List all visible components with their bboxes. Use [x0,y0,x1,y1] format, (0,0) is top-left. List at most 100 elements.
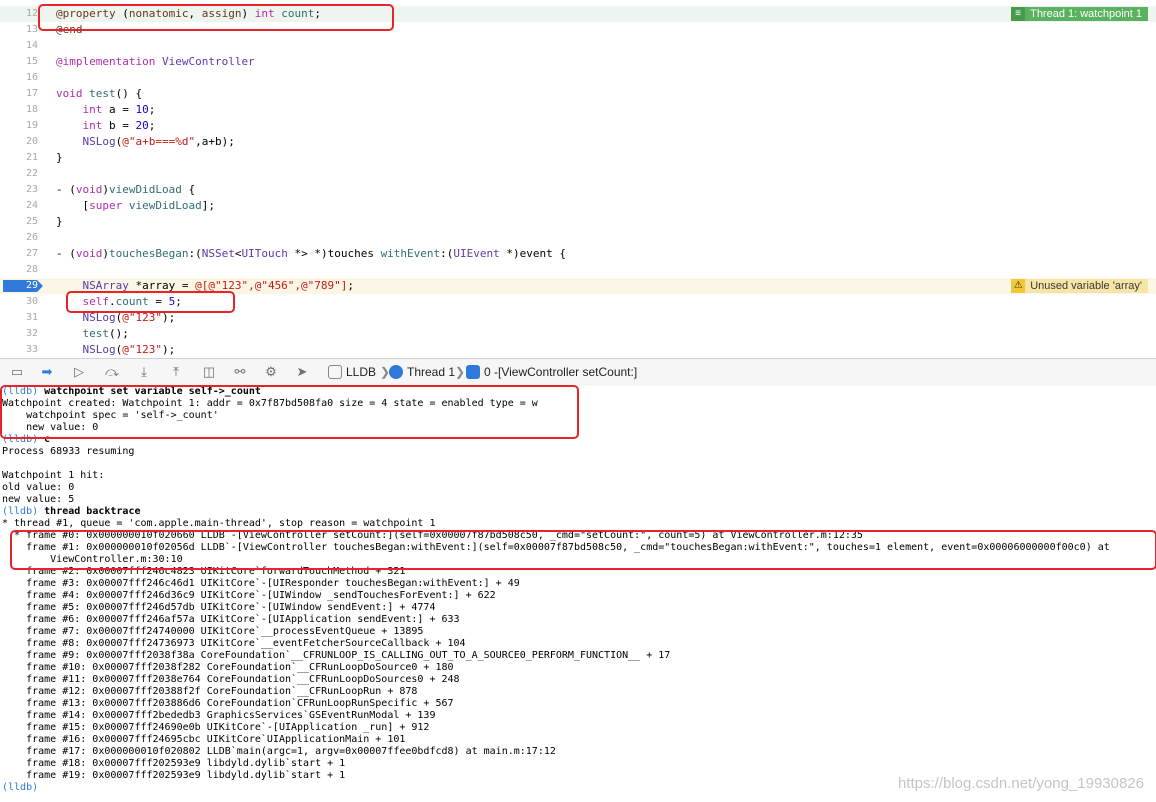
console-output-line: frame #4: 0x00007fff246d36c9 UIKitCore`-… [2,590,496,601]
debug-toolbar: ▭ ➡ ▷ ⤼ ⤓ ⤒ ◫ ⚯ ⚙ ➤ LLDB ❯ Thread 1 ❯ 0 -[ViewCon… [0,358,1156,387]
console-output-line: frame #13: 0x00007fff203886d6 CoreFounda… [2,698,454,709]
line-number: 25 [25,216,38,227]
breadcrumb-thread[interactable]: Thread 1 [389,364,455,380]
line-number: 16 [25,72,38,83]
lldb-console[interactable]: (lldb) watchpoint set variable self->_co… [0,386,1156,802]
code-line[interactable]: 12 @property (nonatomic, assign) int coun… [0,6,1156,22]
console-output-line: frame #6: 0x00007fff246af57a UIKitCore`-… [2,614,460,625]
memory-graph-button[interactable]: ⚯ [231,364,249,380]
console-output-line: frame #9: 0x00007fff2038f38a CoreFoundat… [2,650,671,661]
code-line[interactable]: 17 void test() { [0,86,1156,102]
code-text: test(); [82,327,129,340]
console-output-line: frame #3: 0x00007fff246c46d1 UIKitCore`-… [2,578,520,589]
code-line[interactable]: 20 NSLog(@"a+b===%d",a+b); [0,134,1156,150]
environment-overrides-button[interactable]: ⚙ [262,364,280,380]
console-command-line: (lldb) c [2,434,50,446]
warning-badge[interactable]: ⚠ Unused variable 'array' [1011,279,1148,293]
thread-icon: ≡ [1011,7,1026,21]
console-output-line: Watchpoint created: Watchpoint 1: addr =… [2,398,538,409]
breadcrumb-thread-label: Thread 1 [407,365,456,379]
code-text: NSArray *array = @[@"123",@"456",@"789"]… [82,279,355,292]
line-number: 15 [25,56,38,67]
code-text: NSLog(@"123"); [82,311,176,324]
line-number: 27 [25,248,38,259]
code-editor[interactable]: 12 @property (nonatomic, assign) int coun… [0,0,1156,358]
code-text: int a = 10; [82,103,156,116]
console-output-line: new value: 5 [2,494,75,505]
lldb-prompt: (lldb) [2,506,45,517]
console-output-line: * frame #0: 0x000000010f020660 LLDB`-[Vi… [2,530,863,541]
breadcrumb-frame[interactable]: 0 -[ViewController setCount:] [466,364,637,380]
step-over-button[interactable]: ⤼ [103,364,121,380]
lldb-command: watchpoint set variable self->_count [44,386,261,397]
code-line[interactable]: 28 [0,262,1156,278]
line-number: 32 [25,328,38,339]
code-line[interactable]: 32 test(); [0,326,1156,342]
code-text: [super viewDidLoad]; [56,199,215,212]
step-out-button[interactable]: ⤒ [167,364,185,380]
breadcrumb-chevron-icon: ❯ [455,365,466,379]
console-command-line: (lldb) thread backtrace [2,506,140,518]
lldb-prompt: (lldb) [2,782,39,793]
code-line[interactable]: 33 NSLog(@"123"); [0,342,1156,358]
view-hierarchy-button[interactable]: ◫ [200,364,218,380]
code-line[interactable]: 24 [super viewDidLoad]; [0,198,1156,214]
line-number: 22 [25,168,38,179]
console-output-line: frame #14: 0x00007fff2bededb3 GraphicsSe… [2,710,436,721]
console-output-line: * thread #1, queue = 'com.apple.main-thr… [2,518,436,529]
line-number: 19 [25,120,38,131]
console-output-line: frame #2: 0x00007fff246c4823 UIKitCore`f… [2,566,406,577]
code-line[interactable]: 27 - (void)touchesBegan:(NSSet<UITouch *>… [0,246,1156,262]
step-into-button[interactable]: ⤓ [135,364,153,380]
code-line[interactable]: 22 [0,166,1156,182]
line-number: 26 [25,232,38,243]
console-output-line: old value: 0 [2,482,75,493]
lldb-command: c [44,434,51,445]
code-line[interactable]: 19 int b = 20; [0,118,1156,134]
line-number: 24 [25,200,38,211]
lldb-prompt: (lldb) [2,386,45,397]
code-line[interactable]: 15 @implementation ViewController [0,54,1156,70]
code-line[interactable]: 21} [0,150,1156,166]
line-number: 28 [25,264,38,275]
code-text: void test() { [56,87,143,100]
code-text: self.count = 5; [82,295,182,308]
console-output-line: frame #1: 0x000000010f02056d LLDB`-[View… [2,542,1110,553]
line-number: 23 [25,184,38,195]
hide-debug-area-button[interactable]: ▭ [8,364,26,380]
code-line[interactable]: 26 [0,230,1156,246]
code-line[interactable]: 18 int a = 10; [0,102,1156,118]
console-output-line: frame #8: 0x00007fff24736973 UIKitCore`_… [2,638,466,649]
code-line[interactable]: 23 - (void)viewDidLoad { [0,182,1156,198]
thread-stop-badge[interactable]: ≡ Thread 1: watchpoint 1 [1011,7,1148,21]
console-output-line: frame #15: 0x00007fff24690e0b UIKitCore`… [2,722,430,733]
console-output-line: frame #7: 0x00007fff24740000 UIKitCore`_… [2,626,424,637]
console-output-line: frame #18: 0x00007fff202593e9 libdyld.dy… [2,758,346,769]
breakpoints-toggle-button[interactable]: ➡ [38,364,56,380]
simulate-location-button[interactable]: ➤ [293,364,311,380]
code-line[interactable]: 13 @end [0,22,1156,38]
console-command-line: (lldb) [2,782,38,794]
line-number: 17 [25,88,38,99]
line-number: 14 [25,40,38,51]
app-icon [328,365,342,379]
breadcrumb-lldb[interactable]: LLDB [328,364,376,380]
thread-icon [389,365,403,379]
warning-icon: ⚠ [1011,279,1026,293]
console-output-line: frame #10: 0x00007fff2038f282 CoreFounda… [2,662,454,673]
lldb-command: thread backtrace [44,506,141,517]
code-line[interactable]: 29 NSArray *array = @[@"123",@"456",@"78… [0,278,1156,294]
code-line[interactable]: 14 [0,38,1156,54]
console-output-line: watchpoint spec = 'self->_count' [2,410,219,421]
code-line[interactable]: 25} [0,214,1156,230]
console-output-line: frame #17: 0x000000010f020802 LLDB`main(… [2,746,556,757]
line-number: 31 [25,312,38,323]
console-output-line: frame #19: 0x00007fff202593e9 libdyld.dy… [2,770,346,781]
code-line[interactable]: 30 self.count = 5; [0,294,1156,310]
lldb-prompt: (lldb) [2,434,45,445]
continue-button[interactable]: ▷ [70,364,88,380]
code-line[interactable]: 31 NSLog(@"123"); [0,310,1156,326]
code-line[interactable]: 16 [0,70,1156,86]
console-output-line: Watchpoint 1 hit: [2,470,105,481]
line-number: 30 [25,296,38,307]
